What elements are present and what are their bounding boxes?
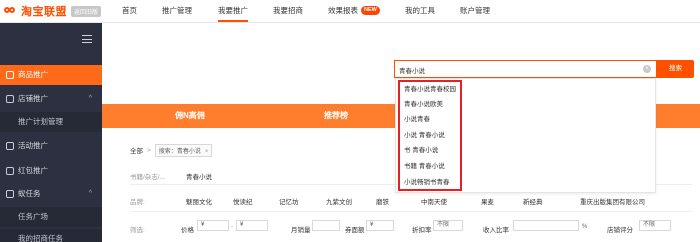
monthly-sales-label: 月销量 [291,227,311,234]
nav-effect-report-label: 效果报表 [328,6,358,15]
range-dash: - [231,224,233,230]
brand-label: 品牌: [130,199,145,206]
percent-unit: % [582,224,588,230]
shop-icon [6,95,14,103]
banner-tab-recommend-list[interactable]: 推荐榜 [324,104,348,128]
sidebar-item-label: 活动推广 [18,141,48,150]
sidebar-item-label: 红包推广 [18,166,48,175]
nav-home[interactable]: 首页 [122,0,137,22]
nav-merchant-recruit[interactable]: 我要招商 [273,0,303,22]
search-filter-tag[interactable]: 搜索：青春小说 × [154,143,213,157]
menu-toggle-icon[interactable] [82,35,92,43]
sidebar-item-product-promotion[interactable]: 商品推广 [0,65,102,85]
sidebar-item-label: 任务广场 [18,212,48,221]
income-ratio-label: 收入比率 [483,227,509,234]
sidebar-item-label: 推广计划管理 [18,117,63,126]
sidebar-item-my-recruit-tasks[interactable]: 我的招商任务 [0,229,102,242]
clear-icon[interactable]: × [643,65,651,73]
sidebar-item-plan-management[interactable]: 推广计划管理 [0,112,102,132]
brand-option[interactable]: 重庆出版集团有限公司 [580,196,645,206]
coupon-label: 券面额 [345,227,365,234]
shop-rating-select[interactable]: 不限 [639,220,671,231]
sidebar-item-shop-promotion[interactable]: 店铺推广 ^ [0,89,102,109]
monthly-sales-input[interactable] [312,220,340,231]
chevron-up-icon: ^ [88,95,92,102]
category-value[interactable]: 青春小说 [186,171,212,181]
discount-label: 折扣率 [412,227,432,234]
logo-icon [4,5,18,17]
search-tag-value: 青春小说 [176,148,201,155]
close-icon[interactable]: × [205,149,209,155]
chevron-up-icon: ^ [88,190,92,197]
nav-my-promotion[interactable]: 我要推广 [218,0,248,22]
sidebar-item-label: 店铺推广 [18,94,48,103]
suggestion-highlight-box [398,80,462,191]
brand-option[interactable]: 新经典 [523,196,543,206]
brand-option[interactable]: 记忆坊 [279,196,299,206]
screen-label: 筛选: [130,227,145,234]
breadcrumb: 全部 > 搜索：青春小说 × [130,143,213,157]
breadcrumb-all[interactable]: 全部 [130,145,143,155]
sidebar-item-red-packet-promotion[interactable]: 红包推广 [0,161,102,181]
sidebar-item-activity-promotion[interactable]: 活动推广 [0,136,102,156]
taobao-alliance-logo[interactable]: 淘宝联盟 返回旧版 [4,4,102,18]
brand-option[interactable]: 磨铁 [376,196,389,206]
breadcrumb-separator: > [147,146,151,154]
divider [130,211,692,212]
brand-option[interactable]: 悦读纪 [233,196,253,206]
search-tag-prefix: 搜索： [158,148,177,155]
search-box: × [394,60,657,78]
red-packet-icon [6,167,14,175]
category-label: 书籍/杂志/... [130,174,166,181]
search-button[interactable]: 搜索 [657,60,694,78]
nav-account-management[interactable]: 账户管理 [460,0,490,22]
shop-rating-label: 店铺评分 [607,227,633,234]
new-badge: NEW [361,5,380,15]
search-input[interactable] [399,63,639,76]
sidebar-item-ant-task[interactable]: 蚁任务 ^ [0,184,102,204]
price-from-input[interactable]: ¥ [197,220,229,231]
sidebar-item-label: 商品推广 [18,70,48,79]
discount-select[interactable]: 不限 [433,220,463,231]
nav-my-tools[interactable]: 我的工具 [405,0,435,22]
nav-promotion-management[interactable]: 推广管理 [162,0,192,22]
sidebar-item-task-square[interactable]: 任务广场 [0,207,102,227]
tag-icon [6,71,14,79]
top-navigation-bar: 淘宝联盟 返回旧版 首页 推广管理 我要推广 我要招商 效果报表 NEW 我的工具… [0,0,700,23]
logo-text: 淘宝联盟 [21,6,67,18]
brand-option[interactable]: 果麦 [481,196,494,206]
banner-tab-high-commission[interactable]: 佣N高佣 [175,104,205,128]
return-old-version-link[interactable]: 返回旧版 [71,5,102,17]
brand-option[interactable]: 九紫文创 [326,196,352,206]
sidebar-item-label: 我的招商任务 [18,234,63,242]
coupon-input[interactable]: ¥ [366,220,394,231]
income-ratio-input[interactable] [513,220,579,231]
nav-effect-report[interactable]: 效果报表 NEW [328,0,380,22]
task-icon [6,190,14,198]
brand-option[interactable]: 魅丽文化 [186,196,212,206]
sidebar-item-label: 蚁任务 [18,189,41,198]
brand-option[interactable]: 中南天使 [421,196,447,206]
calendar-icon [6,142,14,150]
price-label: 价格 [181,227,194,234]
sidebar: 商品推广 店铺推广 ^ 推广计划管理 活动推广 红包推广 蚁任务 ^ 任务广场 … [0,23,102,242]
price-to-input[interactable]: ¥ [236,220,268,231]
